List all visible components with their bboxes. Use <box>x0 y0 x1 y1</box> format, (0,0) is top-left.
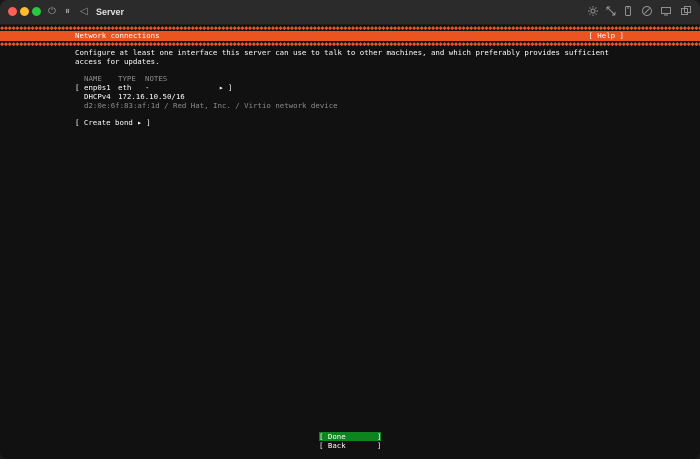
header-border-bottom: ◆◆◆◆◆◆◆◆◆◆◆◆◆◆◆◆◆◆◆◆◆◆◆◆◆◆◆◆◆◆◆◆◆◆◆◆◆◆◆◆… <box>0 41 700 47</box>
create-bond-button[interactable]: [ Create bond ▸ ] <box>75 118 151 127</box>
back-button[interactable]: [ Back ] <box>319 441 381 450</box>
interface-name: enp0s1 <box>84 83 111 92</box>
close-window-button[interactable] <box>8 7 17 16</box>
drive-icon[interactable] <box>622 5 634 17</box>
pause-icon[interactable]: ⏸ <box>65 4 70 20</box>
column-header-type: TYPE <box>118 74 136 83</box>
back-icon[interactable]: ◁ <box>80 4 88 20</box>
interface-details: d2:0e:6f:83:af:1d / Red Hat, Inc. / Virt… <box>84 101 338 110</box>
installer-screen: ◆◆◆◆◆◆◆◆◆◆◆◆◆◆◆◆◆◆◆◆◆◆◆◆◆◆◆◆◆◆◆◆◆◆◆◆◆◆◆◆… <box>0 25 700 459</box>
column-header-notes: NOTES <box>145 74 168 83</box>
column-header-name: NAME <box>84 74 102 83</box>
brightness-icon[interactable] <box>587 5 599 17</box>
zoom-window-button[interactable] <box>32 7 41 16</box>
interface-type: eth <box>118 83 132 92</box>
interface-open-bracket: [ <box>75 83 80 92</box>
page-title: Network connections <box>75 31 160 40</box>
intro-text-line-1: Configure at least one interface this se… <box>75 48 609 57</box>
header-bar: Network connections [ Help ] <box>0 31 700 41</box>
window-title: Server <box>96 7 125 17</box>
done-button[interactable]: [ Done ] <box>319 432 382 441</box>
intro-text-line-2: access for updates. <box>75 57 160 66</box>
interface-address: 172.16.10.50/16 <box>118 92 185 101</box>
help-button[interactable]: [ Help ] <box>588 31 624 41</box>
title-bar: ⏻ ⏸ ◁ Server <box>0 0 700 25</box>
network-icon[interactable] <box>641 5 653 17</box>
minimize-window-button[interactable] <box>20 7 29 16</box>
resize-icon[interactable] <box>605 5 617 17</box>
vm-window: ⏻ ⏸ ◁ Server ◆◆◆◆◆◆◆◆◆◆◆◆◆◆◆◆◆◆◆◆◆◆◆◆◆◆◆… <box>0 0 700 459</box>
power-icon[interactable]: ⏻ <box>48 4 56 20</box>
interface-notes: - <box>145 83 150 92</box>
windows-icon[interactable] <box>680 5 692 17</box>
display-icon[interactable] <box>660 5 672 17</box>
interface-menu-arrow[interactable]: ▸ ] <box>219 83 232 92</box>
interface-mode: DHCPv4 <box>84 92 111 101</box>
